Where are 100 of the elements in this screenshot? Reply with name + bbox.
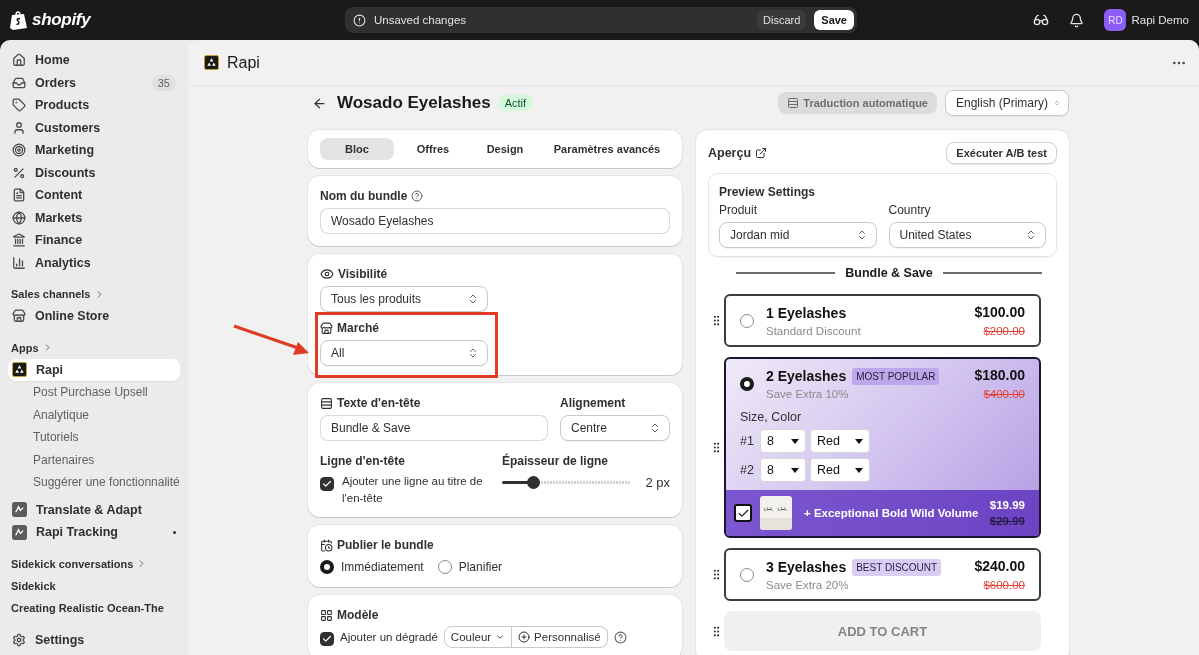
chevron-updown-icon	[467, 347, 479, 359]
custom-button[interactable]: Personnalisé	[512, 626, 608, 648]
rows-icon	[320, 396, 333, 410]
sub-nav-item[interactable]: Suggérer une fonctionnalité	[8, 471, 180, 494]
offer-subtitle: Save Extra 20%	[766, 579, 850, 591]
nav-item[interactable]: Orders 35	[8, 71, 180, 94]
slider-value: 2 px	[645, 474, 670, 490]
nav-item[interactable]: Marketing	[8, 139, 180, 162]
checkbox[interactable]	[734, 504, 752, 522]
nav-item[interactable]: Customers	[8, 116, 180, 139]
nav-item[interactable]: Analytics	[8, 251, 180, 274]
caret-icon	[855, 467, 863, 473]
tag-icon	[12, 98, 26, 113]
nav-item[interactable]: Online Store	[8, 305, 180, 328]
upsell-price: $19.99	[989, 499, 1025, 511]
tab[interactable]: Offres	[400, 138, 466, 160]
radio-button[interactable]	[740, 567, 754, 582]
radio-button[interactable]	[740, 313, 754, 328]
offer-price: $180.00	[974, 367, 1025, 385]
offer-price: $100.00	[974, 304, 1025, 322]
nav-item[interactable]: Translate & Adapt	[8, 498, 180, 521]
page-title: Wosado Eyelashes	[337, 93, 491, 113]
nav-item[interactable]: Content	[8, 184, 180, 207]
product-select[interactable]: Jordan mid	[719, 222, 877, 248]
ab-test-button[interactable]: Exécuter A/B test	[946, 142, 1057, 164]
field-label: Produit	[719, 203, 758, 217]
offer-subtitle: Save Extra 10%	[766, 388, 850, 400]
sub-nav-item[interactable]: Analytique	[8, 403, 180, 426]
tab[interactable]: Design	[472, 138, 538, 160]
section-title: Marché	[337, 321, 380, 335]
discard-button[interactable]: Discard	[757, 10, 807, 30]
tab[interactable]: Paramètres avancés	[544, 138, 670, 160]
upsell-title: + Exceptional Bold Wild Volume	[804, 507, 980, 519]
conversation-link[interactable]: Sidekick	[8, 574, 180, 597]
nav-item[interactable]: Rapi Tracking	[8, 521, 180, 544]
conversation-link[interactable]: Creating Realistic Ocean-The	[8, 597, 180, 620]
checkbox[interactable]	[320, 477, 334, 491]
radio-button[interactable]	[740, 376, 754, 391]
compare-price: $29.99	[989, 515, 1025, 527]
section-heading[interactable]: Apps	[11, 341, 39, 354]
section-title: Modèle	[337, 608, 379, 622]
nav-item[interactable]: Settings	[8, 628, 180, 651]
country-select[interactable]: United States	[888, 222, 1046, 248]
radio-button[interactable]	[320, 560, 334, 574]
glasses-icon[interactable]	[1033, 12, 1050, 28]
home-icon	[12, 53, 26, 68]
alignment-select[interactable]: Centre	[560, 415, 670, 441]
radio-button[interactable]	[437, 560, 452, 574]
panel-title: Preview Settings	[719, 185, 816, 199]
nav-item[interactable]: Finance	[8, 229, 180, 252]
nav-item[interactable]: Markets	[8, 206, 180, 229]
slider-thumb[interactable]	[527, 475, 541, 489]
chevron-updown-icon	[1025, 229, 1037, 241]
color-dropdown[interactable]: Red	[810, 429, 870, 453]
bank-icon	[12, 233, 26, 248]
check-icon	[322, 479, 332, 489]
nav-item[interactable]: Products	[8, 94, 180, 117]
language-select[interactable]: English (Primary)	[945, 90, 1069, 116]
plus-circle-icon	[518, 631, 531, 643]
market-select[interactable]: All	[320, 340, 488, 366]
section-heading[interactable]: Sales channels	[11, 288, 91, 300]
offer-card[interactable]: 3 Eyelashes BEST DISCOUNT Save Extra 20% $240.00 $600.00	[724, 548, 1041, 601]
visibility-select[interactable]: Tous les produits	[320, 286, 488, 312]
count-badge: 35	[151, 74, 176, 91]
help-icon[interactable]	[613, 630, 627, 644]
offer-subtitle: Standard Discount	[766, 325, 862, 337]
sub-nav-item[interactable]: Post Purchase Upsell	[8, 381, 180, 404]
text-input[interactable]: Bundle & Save	[320, 415, 548, 441]
color-dropdown[interactable]: Red	[810, 458, 870, 482]
app-title: Rapi	[227, 53, 261, 72]
external-link-icon[interactable]	[755, 147, 768, 159]
alert-icon	[353, 13, 366, 27]
sub-nav-item[interactable]: Partenaires	[8, 448, 180, 471]
checkbox-label: Ajouter une ligne au titre de l'en-tête	[342, 474, 484, 506]
offer-card[interactable]: 1 Eyelashes Standard Discount $100.00 $200.00	[724, 294, 1041, 347]
nav-item[interactable]: Rapi	[8, 358, 180, 381]
store-icon	[320, 321, 333, 335]
sub-nav-item[interactable]: Tutoriels	[8, 426, 180, 449]
compare-price: $200.00	[983, 325, 1025, 337]
nav-item[interactable]: Discounts	[8, 161, 180, 184]
caret-icon	[855, 438, 863, 444]
save-button[interactable]: Save	[814, 10, 854, 30]
help-icon[interactable]	[411, 190, 424, 202]
section-heading[interactable]: Sidekick conversations	[11, 557, 134, 570]
size-dropdown[interactable]: 8	[760, 458, 806, 482]
checkbox[interactable]	[320, 632, 334, 646]
chevron-updown-icon	[649, 422, 661, 434]
compare-price: $400.00	[983, 388, 1025, 400]
bell-icon[interactable]	[1069, 12, 1085, 28]
brand-name: shopify	[32, 10, 91, 30]
globe-icon	[12, 210, 26, 225]
section-title: Texte d'en-tête	[337, 396, 421, 410]
nav-item[interactable]: Home	[8, 49, 180, 72]
text-input[interactable]: Wosado Eyelashes	[320, 208, 670, 234]
field-label: Ligne d'en-tête	[320, 454, 405, 468]
calendar-clock-icon	[320, 538, 333, 552]
size-dropdown[interactable]: 8	[760, 429, 806, 453]
status-badge: Actif	[498, 95, 533, 111]
tab[interactable]: Bloc	[320, 138, 394, 160]
field-label: Épaisseur de ligne	[502, 454, 609, 468]
